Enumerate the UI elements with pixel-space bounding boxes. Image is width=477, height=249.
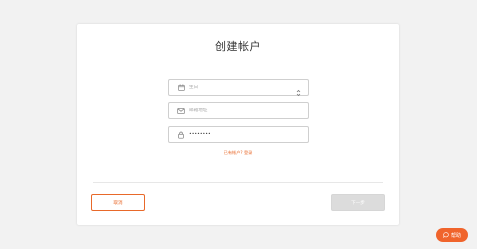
chevron-updown-icon[interactable]	[296, 83, 301, 97]
birthday-input[interactable]	[189, 85, 299, 90]
birthday-select[interactable]	[168, 79, 309, 97]
create-account-card: 创建帐户 生日 邮箱地址 已有帐户? 登录 取消 下一步	[77, 24, 399, 225]
help-label: 帮助	[450, 232, 461, 239]
cancel-button[interactable]: 取消	[91, 194, 145, 211]
divider	[93, 182, 383, 183]
mail-icon	[177, 107, 185, 115]
page-title: 创建帐户	[215, 40, 261, 53]
calendar-icon	[177, 84, 185, 92]
password-field[interactable]	[168, 126, 309, 143]
password-input[interactable]	[189, 132, 299, 137]
next-button[interactable]: 下一步	[331, 194, 385, 211]
email-input[interactable]	[189, 108, 299, 113]
chat-bubble-icon	[443, 232, 449, 238]
email-field[interactable]	[168, 102, 309, 119]
lock-icon	[177, 131, 185, 139]
help-button[interactable]: 帮助	[436, 228, 468, 242]
login-link[interactable]: 已有帐户? 登录	[77, 150, 399, 156]
